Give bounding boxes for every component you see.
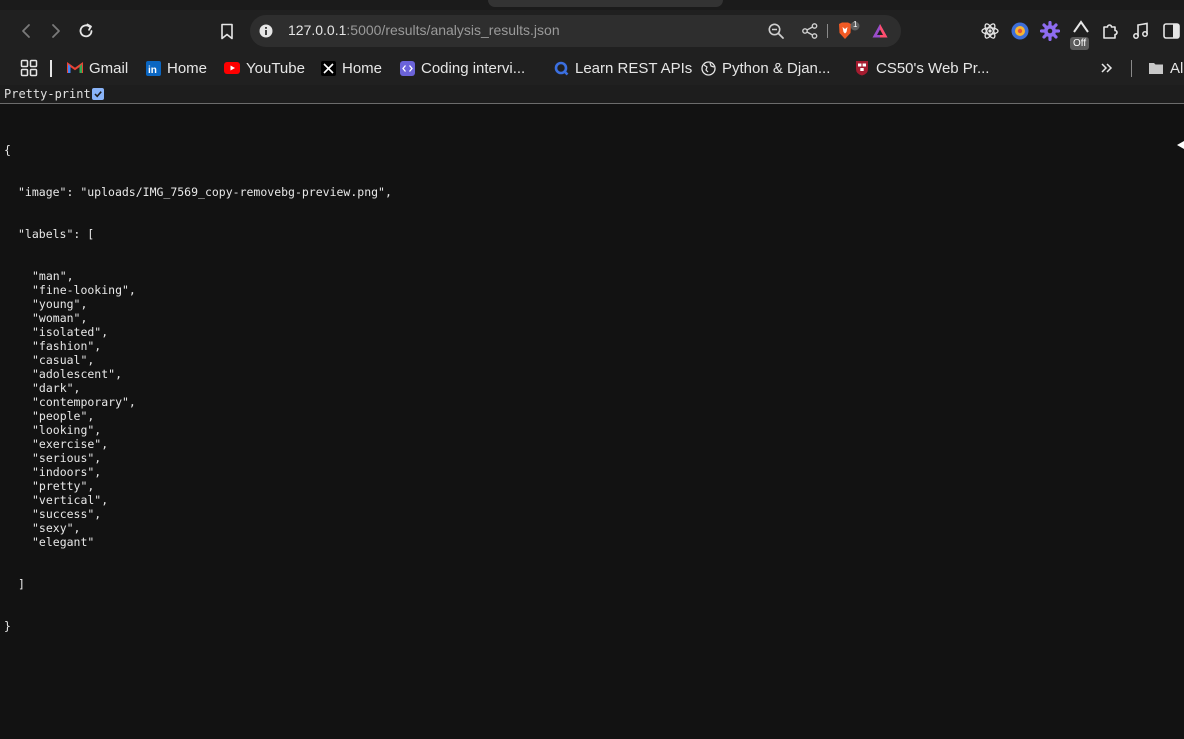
json-labels-entry: "labels": [ (18, 227, 95, 241)
json-label-item: "young", (32, 297, 88, 311)
json-label-item: "fine-looking", (32, 283, 136, 297)
json-label-item: "indoors", (32, 465, 102, 479)
code-icon (399, 60, 415, 76)
json-label-item: "fashion", (32, 339, 102, 353)
bookmarks-divider-right (1131, 60, 1132, 77)
json-close-bracket: ] (18, 577, 25, 591)
site-info-icon[interactable] (256, 21, 276, 41)
json-label-item: "sexy", (32, 521, 81, 535)
more-bookmarks-chevron-icon[interactable] (1100, 57, 1114, 79)
browser-toolbar: 127.0.0.1:5000/results/analysis_results.… (0, 10, 1184, 52)
bookmark-label: Coding intervi... (421, 59, 526, 77)
url-host: 127.0.0.1 (288, 22, 347, 38)
shields-count: 1 (853, 20, 858, 29)
url-path: :5000/results/analysis_results.json (346, 22, 560, 38)
linkedin-icon: in (145, 60, 161, 76)
checkmark-icon (94, 91, 102, 98)
pretty-print-label: Pretty-print (4, 87, 91, 101)
apps-icon[interactable] (20, 57, 38, 79)
extensions-puzzle-icon[interactable] (1099, 20, 1121, 42)
json-label-item: "success", (32, 507, 102, 521)
colorful-extension-icon[interactable] (1009, 20, 1031, 42)
bookmark-label: YouTube (246, 59, 305, 77)
bookmarks-bar: Gmail in Home YouTube Home Coding interv… (0, 52, 1184, 85)
json-viewer: { "image": "uploads/IMG_7569_copy-remove… (4, 115, 392, 647)
brave-rewards-icon[interactable] (870, 21, 890, 41)
json-key: "labels" (18, 227, 74, 241)
back-icon[interactable] (13, 18, 39, 44)
bookmark-x-home[interactable]: Home (320, 57, 382, 79)
bookmark-label: Home (342, 59, 383, 77)
json-label-item: "woman", (32, 311, 88, 325)
bookmark-icon[interactable] (214, 18, 240, 44)
json-open-brace: { (4, 143, 11, 157)
json-label-item: "contemporary", (32, 395, 136, 409)
url-text[interactable]: 127.0.0.1:5000/results/analysis_results.… (288, 22, 560, 38)
omnibox-divider (827, 24, 828, 38)
json-image-value: "uploads/IMG_7569_copy-removebg-preview.… (80, 185, 385, 199)
gmail-icon (67, 60, 83, 76)
json-label-item: "looking", (32, 423, 102, 437)
json-close-brace: } (4, 619, 11, 633)
off-badge: Off (1070, 37, 1090, 50)
json-label-item: "man", (32, 269, 74, 283)
media-controls-icon[interactable] (1130, 20, 1152, 42)
pretty-print-bar: Pretty-print (0, 85, 1184, 104)
off-extension-icon[interactable]: Off (1068, 20, 1094, 50)
json-label-item: "serious", (32, 451, 102, 465)
gear-extension-icon[interactable] (1039, 20, 1061, 42)
bookmark-label: Al (1170, 59, 1184, 77)
json-label-item: "people", (32, 409, 95, 423)
youtube-icon (224, 60, 240, 76)
pretty-print-checkbox[interactable] (92, 88, 104, 100)
globe-icon (700, 60, 716, 76)
mouse-cursor-icon (1177, 141, 1184, 149)
zoom-icon[interactable] (766, 21, 786, 41)
folder-icon (1148, 60, 1164, 76)
tab-strip (0, 0, 1184, 10)
bookmark-cs50-web[interactable]: CS50's Web Pr... (854, 57, 989, 79)
rest-icon (553, 60, 569, 76)
sidebar-toggle-icon[interactable] (1160, 20, 1182, 42)
json-label-item: "adolescent", (32, 367, 123, 381)
active-tab-edge[interactable] (488, 0, 723, 7)
bookmark-gmail[interactable]: Gmail (67, 57, 128, 79)
json-label-item: "pretty", (32, 479, 95, 493)
bookmark-folder-all[interactable]: Al (1148, 57, 1183, 79)
brave-shields-icon[interactable]: 1 (836, 20, 862, 41)
react-devtools-icon[interactable] (979, 20, 1001, 42)
json-label-item: "vertical", (32, 493, 109, 507)
address-bar[interactable]: 127.0.0.1:5000/results/analysis_results.… (250, 15, 901, 47)
json-label-item: "casual", (32, 353, 95, 367)
bookmark-label: Gmail (89, 59, 129, 77)
bookmarks-divider (50, 60, 52, 77)
json-labels-list: "man", "fine-looking", "young", "woman", "is… (4, 269, 392, 549)
bookmark-label: CS50's Web Pr... (876, 59, 990, 77)
bookmark-learn-rest-apis[interactable]: Learn REST APIs (553, 57, 692, 79)
bookmark-python-django[interactable]: Python & Djan... (700, 57, 830, 79)
json-label-item: "elegant" (32, 535, 95, 549)
reload-icon[interactable] (73, 18, 99, 44)
bookmark-label: Learn REST APIs (575, 59, 693, 77)
json-label-item: "dark", (32, 381, 81, 395)
json-image-entry: "image": "uploads/IMG_7569_copy-removebg… (18, 185, 392, 199)
bookmark-label: Home (167, 59, 208, 77)
json-label-item: "isolated", (32, 325, 109, 339)
share-icon[interactable] (800, 21, 820, 41)
bookmark-linkedin-home[interactable]: in Home (145, 57, 207, 79)
bookmark-youtube[interactable]: YouTube (224, 57, 305, 79)
json-key: "image" (18, 185, 67, 199)
forward-icon[interactable] (43, 18, 69, 44)
bookmark-coding-interview[interactable]: Coding intervi... (399, 57, 525, 79)
harvard-icon (854, 60, 870, 76)
x-icon (320, 60, 336, 76)
svg-text:in: in (148, 65, 157, 76)
bookmark-label: Python & Djan... (722, 59, 831, 77)
json-label-item: "exercise", (32, 437, 109, 451)
